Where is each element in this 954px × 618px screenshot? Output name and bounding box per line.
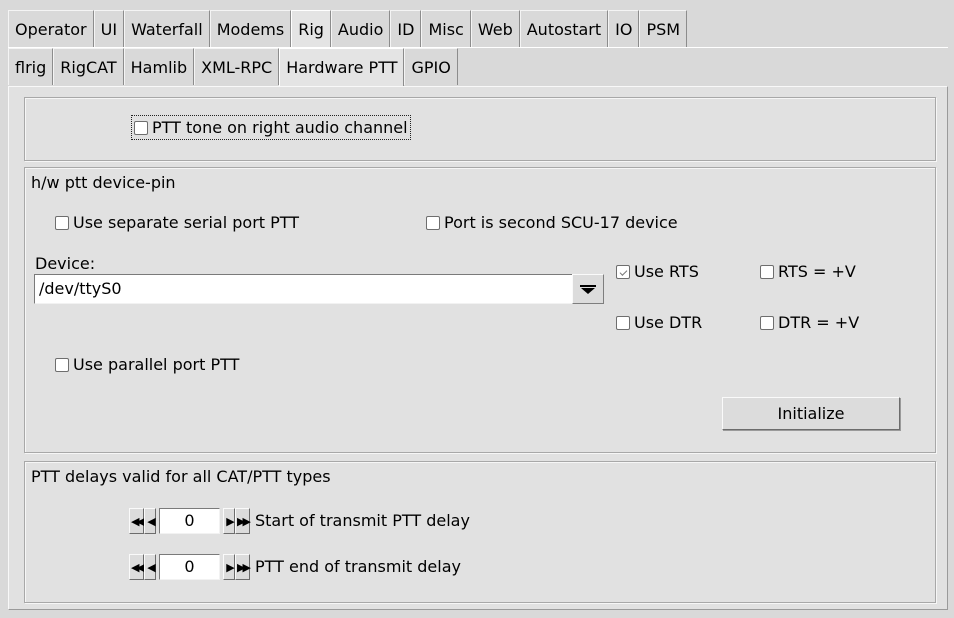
fast-forward-icon[interactable]: ▶▶	[235, 554, 251, 580]
use-dtr-checkbox[interactable]: Use DTR	[616, 313, 702, 332]
tab-row-main: Operator UI Waterfall Modems Rig Audio I…	[8, 10, 688, 48]
dropdown-bar	[580, 285, 596, 287]
chevron-down-icon	[581, 288, 595, 294]
device-field[interactable]: /dev/ttyS0	[34, 274, 573, 304]
forward-icon[interactable]: ▶	[223, 508, 235, 534]
checkbox-box	[55, 215, 69, 230]
device-pin-group-title: h/w ptt device-pin	[31, 173, 176, 192]
ptt-delays-group: PTT delays valid for all CAT/PTT types ◀…	[24, 461, 936, 603]
scu17-second-device-label: Port is second SCU-17 device	[444, 213, 678, 232]
checkbox-box	[616, 264, 630, 279]
checkbox-box	[426, 215, 440, 230]
fast-forward-icon[interactable]: ▶▶	[235, 508, 251, 534]
use-rts-checkbox[interactable]: Use RTS	[616, 262, 699, 281]
tab-web[interactable]: Web	[470, 10, 520, 47]
device-dropdown-button[interactable]	[572, 274, 604, 304]
tab-xml-rpc[interactable]: XML-RPC	[194, 48, 280, 85]
checkbox-box	[55, 357, 69, 372]
back-icon[interactable]: ◀	[144, 554, 156, 580]
initialize-label: Initialize	[777, 404, 845, 423]
fast-back-icon[interactable]: ◀◀	[129, 508, 145, 534]
ptt-delays-group-title: PTT delays valid for all CAT/PTT types	[31, 467, 331, 486]
checkbox-box	[760, 264, 774, 279]
start-delay-spinner: ◀◀ ◀ 0 ▶ ▶▶ Start of transmit PTT delay	[129, 508, 470, 534]
ptt-tone-right-channel-checkbox[interactable]: PTT tone on right audio channel	[131, 115, 411, 140]
checkbox-box	[760, 315, 774, 330]
tab-waterfall[interactable]: Waterfall	[124, 10, 210, 47]
dtr-positive-voltage-checkbox[interactable]: DTR = +V	[760, 313, 859, 332]
hardware-ptt-panel: PTT tone on right audio channel h/w ptt …	[8, 86, 948, 610]
tab-hamlib[interactable]: Hamlib	[123, 48, 195, 85]
ptt-tone-right-channel-label: PTT tone on right audio channel	[152, 118, 408, 137]
rts-positive-voltage-checkbox[interactable]: RTS = +V	[760, 262, 856, 281]
tab-gpio[interactable]: GPIO	[404, 48, 458, 85]
tab-rigcat[interactable]: RigCAT	[53, 48, 124, 85]
tab-io[interactable]: IO	[608, 10, 640, 47]
use-dtr-label: Use DTR	[634, 313, 703, 332]
start-delay-value[interactable]: 0	[159, 508, 220, 534]
parallel-port-ptt-label: Use parallel port PTT	[73, 355, 240, 374]
tab-psm[interactable]: PSM	[639, 10, 688, 47]
checkbox-box	[616, 315, 630, 330]
separate-serial-ptt-checkbox[interactable]: Use separate serial port PTT	[55, 213, 299, 232]
parallel-port-ptt-checkbox[interactable]: Use parallel port PTT	[55, 355, 239, 374]
scu17-second-device-checkbox[interactable]: Port is second SCU-17 device	[426, 213, 678, 232]
checkbox-box	[134, 120, 148, 135]
dtr-positive-voltage-label: DTR = +V	[778, 313, 860, 332]
tab-id[interactable]: ID	[390, 10, 422, 47]
fast-back-icon[interactable]: ◀◀	[129, 554, 145, 580]
end-delay-value[interactable]: 0	[159, 554, 220, 580]
start-delay-label: Start of transmit PTT delay	[255, 511, 470, 530]
tab-operator[interactable]: Operator	[8, 10, 94, 47]
end-delay-label: PTT end of transmit delay	[255, 557, 461, 576]
tab-audio[interactable]: Audio	[330, 10, 391, 47]
tab-misc[interactable]: Misc	[421, 10, 471, 47]
ptt-tone-group: PTT tone on right audio channel	[24, 97, 936, 161]
device-label: Device:	[35, 254, 96, 273]
forward-icon[interactable]: ▶	[223, 554, 235, 580]
rts-positive-voltage-label: RTS = +V	[778, 262, 856, 281]
hw-ptt-device-pin-group: h/w ptt device-pin Use separate serial p…	[24, 167, 936, 453]
separate-serial-ptt-label: Use separate serial port PTT	[73, 213, 300, 232]
end-delay-spinner: ◀◀ ◀ 0 ▶ ▶▶ PTT end of transmit delay	[129, 554, 461, 580]
back-icon[interactable]: ◀	[144, 508, 156, 534]
tab-rig[interactable]: Rig	[291, 10, 331, 48]
tab-flrig[interactable]: flrig	[8, 48, 54, 85]
tab-hardware-ptt[interactable]: Hardware PTT	[279, 48, 405, 88]
tab-autostart[interactable]: Autostart	[519, 10, 609, 47]
initialize-button[interactable]: Initialize	[722, 397, 900, 430]
tab-row-rig: flrig RigCAT Hamlib XML-RPC Hardware PTT…	[8, 48, 458, 88]
use-rts-label: Use RTS	[634, 262, 699, 281]
device-value: /dev/ttyS0	[39, 279, 122, 298]
tab-modems[interactable]: Modems	[209, 10, 292, 47]
tab-ui[interactable]: UI	[93, 10, 125, 47]
